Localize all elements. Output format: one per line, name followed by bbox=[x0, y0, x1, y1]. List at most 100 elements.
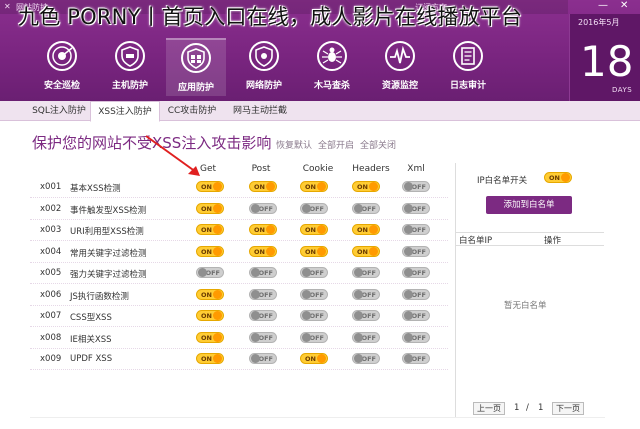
toggle-label: ON bbox=[549, 174, 560, 182]
tool-host-protection[interactable]: 主机防护 bbox=[100, 38, 160, 96]
shield-icon bbox=[181, 43, 211, 73]
minimize-icon[interactable]: — bbox=[598, 0, 608, 11]
rule-toggle-post[interactable]: OFF bbox=[249, 202, 277, 214]
next-page-button[interactable]: 下一页 bbox=[552, 402, 584, 415]
rule-id: x006 bbox=[40, 289, 62, 300]
tool-network-protection[interactable]: 网络防护 bbox=[234, 38, 294, 96]
rule-toggle-cookie[interactable]: OFF bbox=[300, 202, 328, 214]
rule-toggle-get[interactable]: ON bbox=[196, 353, 224, 364]
rule-toggle-headers[interactable]: ON bbox=[352, 224, 380, 235]
tool-label: 主机防护 bbox=[111, 81, 148, 91]
rule-toggle-post[interactable]: OFF bbox=[249, 353, 277, 364]
tool-log-audit[interactable]: 日志审计 bbox=[438, 38, 498, 96]
rule-toggle-xml[interactable]: OFF bbox=[402, 310, 430, 321]
toggle-label: OFF bbox=[411, 204, 426, 213]
rule-toggle-cookie[interactable]: ON bbox=[300, 181, 328, 192]
rule-toggle-cookie[interactable]: OFF bbox=[300, 310, 328, 321]
overlay-title: 九色 PORNY丨首页入口在线，成人影片在线播放平台 bbox=[18, 5, 523, 29]
toggle-knob bbox=[213, 311, 222, 320]
prev-page-button[interactable]: 上一页 bbox=[473, 402, 505, 415]
toggle-label: OFF bbox=[411, 247, 426, 256]
enable-all-link[interactable]: 全部开启 bbox=[318, 138, 354, 151]
toggle-label: ON bbox=[201, 290, 212, 299]
rule-toggle-headers[interactable]: ON bbox=[352, 245, 380, 257]
shield-icon bbox=[115, 41, 145, 71]
restore-default-link[interactable]: 恢复默认 bbox=[276, 138, 312, 151]
rule-toggle-cookie[interactable]: ON bbox=[300, 245, 328, 257]
rule-toggle-xml[interactable]: OFF bbox=[402, 267, 430, 278]
toggle-knob bbox=[354, 332, 363, 342]
toggle-label: ON bbox=[201, 312, 212, 320]
tool-trojan-scan[interactable]: 木马查杀 bbox=[302, 38, 362, 96]
rule-toggle-post[interactable]: ON bbox=[249, 181, 277, 192]
rule-toggle-xml[interactable]: OFF bbox=[402, 202, 430, 214]
rule-toggle-post[interactable]: ON bbox=[249, 245, 277, 257]
tab-webshell-block[interactable]: 网马主动拦截 bbox=[228, 101, 292, 121]
table-row: x006 JS执行函数检测 ON OFF OFF OFF OFF bbox=[30, 285, 448, 306]
rule-toggle-get[interactable]: OFF bbox=[196, 267, 224, 278]
toggle-knob bbox=[561, 173, 570, 182]
tab-xss-injection[interactable]: XSS注入防护 bbox=[90, 101, 160, 122]
rule-toggle-cookie[interactable]: OFF bbox=[300, 288, 328, 300]
rule-toggle-get[interactable]: ON bbox=[196, 331, 224, 343]
toggle-label: ON bbox=[254, 226, 265, 234]
tab-sql-injection[interactable]: SQL注入防护 bbox=[28, 101, 90, 121]
rule-toggle-get[interactable]: ON bbox=[196, 245, 224, 257]
rule-toggle-get[interactable]: ON bbox=[196, 181, 224, 192]
ip-whitelist-toggle[interactable]: ON bbox=[544, 172, 572, 183]
table-row: x009 UPDF XSS ON OFF ON OFF OFF bbox=[30, 349, 448, 370]
rule-toggle-cookie[interactable]: OFF bbox=[300, 267, 328, 278]
toggle-knob bbox=[251, 289, 260, 299]
rule-toggle-headers[interactable]: OFF bbox=[352, 310, 380, 321]
toggle-label: ON bbox=[254, 247, 265, 256]
rule-toggle-headers[interactable]: OFF bbox=[352, 288, 380, 300]
rule-toggle-headers[interactable]: OFF bbox=[352, 267, 380, 278]
tab-cc-attack[interactable]: CC攻击防护 bbox=[162, 101, 222, 121]
add-whitelist-button[interactable]: 添加到白名单 bbox=[486, 196, 572, 214]
rule-toggle-cookie[interactable]: OFF bbox=[300, 331, 328, 343]
toggle-knob bbox=[213, 246, 222, 256]
rule-toggle-get[interactable]: ON bbox=[196, 224, 224, 235]
date-weekday: DAYS bbox=[612, 86, 633, 94]
toggle-knob bbox=[404, 182, 413, 191]
toggle-label: OFF bbox=[309, 290, 324, 299]
rule-toggle-xml[interactable]: OFF bbox=[402, 245, 430, 257]
rule-toggle-get[interactable]: ON bbox=[196, 310, 224, 321]
rule-name: 事件触发型XSS检测 bbox=[70, 205, 147, 216]
column-header-post: Post bbox=[251, 164, 271, 174]
toggle-label: OFF bbox=[205, 269, 220, 277]
rule-toggle-post[interactable]: OFF bbox=[249, 331, 277, 343]
rule-toggle-cookie[interactable]: ON bbox=[300, 224, 328, 235]
rule-toggle-headers[interactable]: OFF bbox=[352, 331, 380, 343]
rule-toggle-post[interactable]: OFF bbox=[249, 310, 277, 321]
toggle-label: ON bbox=[201, 355, 212, 363]
disable-all-link[interactable]: 全部关闭 bbox=[360, 138, 396, 151]
rule-toggle-xml[interactable]: OFF bbox=[402, 353, 430, 364]
rule-toggle-xml[interactable]: OFF bbox=[402, 181, 430, 192]
rule-id: x009 bbox=[40, 354, 62, 364]
divider bbox=[30, 417, 605, 418]
tool-app-protection[interactable]: 应用防护 bbox=[166, 38, 226, 96]
rule-toggle-xml[interactable]: OFF bbox=[402, 331, 430, 343]
close-icon[interactable]: ✕ bbox=[620, 0, 628, 11]
rule-toggle-post[interactable]: OFF bbox=[249, 288, 277, 300]
toggle-label: OFF bbox=[258, 204, 273, 213]
rule-toggle-post[interactable]: OFF bbox=[249, 267, 277, 278]
date-day: 18 bbox=[580, 37, 634, 86]
rule-toggle-xml[interactable]: OFF bbox=[402, 224, 430, 235]
rule-toggle-xml[interactable]: OFF bbox=[402, 288, 430, 300]
toggle-label: OFF bbox=[361, 204, 376, 213]
date-month: 2016年5月 bbox=[578, 18, 620, 27]
toggle-knob bbox=[213, 225, 222, 234]
rule-toggle-headers[interactable]: OFF bbox=[352, 202, 380, 214]
rule-toggle-headers[interactable]: ON bbox=[352, 181, 380, 192]
tool-security-patrol[interactable]: 安全巡检 bbox=[32, 38, 92, 96]
toggle-label: OFF bbox=[361, 312, 376, 320]
rule-toggle-headers[interactable]: OFF bbox=[352, 353, 380, 364]
rule-toggle-get[interactable]: ON bbox=[196, 202, 224, 214]
rule-toggle-get[interactable]: ON bbox=[196, 288, 224, 300]
rule-toggle-post[interactable]: ON bbox=[249, 224, 277, 235]
tool-resource-monitor[interactable]: 资源监控 bbox=[370, 38, 430, 96]
rule-toggle-cookie[interactable]: ON bbox=[300, 353, 328, 364]
toggle-label: OFF bbox=[361, 355, 376, 363]
